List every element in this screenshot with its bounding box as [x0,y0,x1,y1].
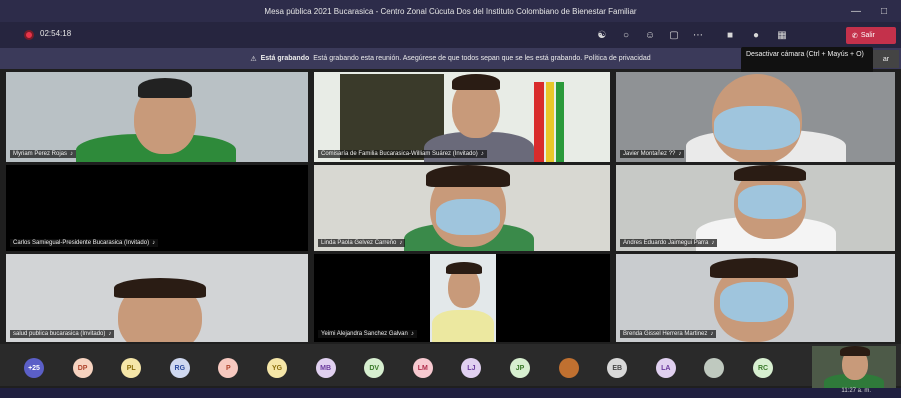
roster-avatar[interactable] [558,358,579,378]
dismiss-banner-button[interactable]: ar [873,50,899,68]
video-tile[interactable]: Andres Eduardo Jaimegui Parra ♪ [616,165,895,251]
window-title: Mesa pública 2021 Bucarasica - Centro Zo… [264,6,637,16]
taskbar-clock: 11:27 a. m. [841,388,871,394]
banner-text: Está grabando esta reunión. Asegúrese de… [313,55,651,62]
participant-name-tag: Linda Paola Gelvez Carreño ♪ [318,239,406,247]
recording-icon [24,30,34,40]
mic-off-icon: ♪ [399,240,403,246]
leave-label: Salir [860,32,875,39]
mic-off-icon: ♪ [410,331,414,337]
more-options-icon[interactable]: ⋯ [690,27,706,43]
mic-off-icon: ♪ [710,331,714,337]
roster-avatar[interactable]: +25 [24,358,44,378]
participant-name-tag: Comisaría de Familia Bucarasica-William … [318,150,487,158]
video-tile[interactable]: Brenda Gissel Herrera Martinez ♪ [616,254,895,342]
participant-name-tag: salud publica bucarasica (Invitado) ♪ [10,330,115,338]
roster-avatar[interactable]: LA [655,358,676,378]
video-grid: Myriam Perez Rojas ♪ Comisaría de Familia… [6,72,895,342]
video-tile[interactable]: Yeimi Alejandra Sanchez Galvan ♪ [314,254,610,342]
mic-off-icon: ♪ [152,240,156,246]
roster-avatar[interactable]: LM [412,358,433,378]
participants-icon[interactable]: ☯ [594,27,610,43]
mic-off-icon: ♪ [108,331,112,337]
roster-avatar[interactable]: DP [72,358,93,378]
minimize-icon[interactable]: — [842,0,870,22]
reactions-icon[interactable]: ☺ [642,27,658,43]
os-taskbar: 11:27 a. m. [0,388,901,398]
self-view[interactable] [812,346,896,388]
camera-tooltip: Desactivar cámara (Ctrl + Mayús + O) [741,47,873,73]
mic-off-icon: ♪ [711,240,715,246]
roster-avatar[interactable]: RC [753,358,773,378]
rooms-icon[interactable]: ▢ [666,27,682,43]
roster-avatar[interactable]: YG [267,358,287,378]
participant-name-tag: Carlos Samiegual-Presidente Bucarasica (… [10,239,159,247]
phone-icon: ✆ [852,32,858,40]
roster-avatar[interactable]: JP [510,358,530,378]
video-tile[interactable]: Linda Paola Gelvez Carreño ♪ [314,165,610,251]
window-titlebar: Mesa pública 2021 Bucarasica - Centro Zo… [0,0,901,22]
roster-avatar[interactable]: MB [315,358,336,378]
roster-avatar[interactable]: RG [169,358,190,378]
mic-off-icon: ♪ [678,151,682,157]
video-tile[interactable]: Javier Montañez ?? ♪ [616,72,895,162]
chat-icon[interactable]: ○ [618,27,634,43]
share-icon[interactable]: ▦ [774,27,790,43]
mic-off-icon: ♪ [480,151,484,157]
meeting-toolbar [0,22,901,48]
maximize-icon[interactable]: □ [870,0,898,22]
mic-off-icon: ♪ [70,151,74,157]
participant-name-tag: Andres Eduardo Jaimegui Parra ♪ [620,239,718,247]
meeting-timer: 02:54:18 [40,29,72,38]
video-tile[interactable]: Carlos Samiegual-Presidente Bucarasica (… [6,165,308,251]
leave-button[interactable]: ✆ Salir [846,27,896,44]
video-tile[interactable]: Myriam Perez Rojas ♪ [6,72,308,162]
participant-name-tag: Javier Montañez ?? ♪ [620,150,685,158]
video-tile[interactable]: Comisaría de Familia Bucarasica-William … [314,72,610,162]
warning-icon: ⚠ [250,55,257,63]
participant-name-tag: Myriam Perez Rojas ♪ [10,150,77,158]
video-tile[interactable]: salud publica bucarasica (Invitado) ♪ [6,254,308,342]
banner-strong: Está grabando [260,55,310,62]
camera-icon[interactable]: ■ [722,27,738,43]
participant-name-tag: Brenda Gissel Herrera Martinez ♪ [620,330,717,338]
mic-icon[interactable]: ● [748,27,764,43]
participant-name-tag: Yeimi Alejandra Sanchez Galvan ♪ [318,330,417,338]
